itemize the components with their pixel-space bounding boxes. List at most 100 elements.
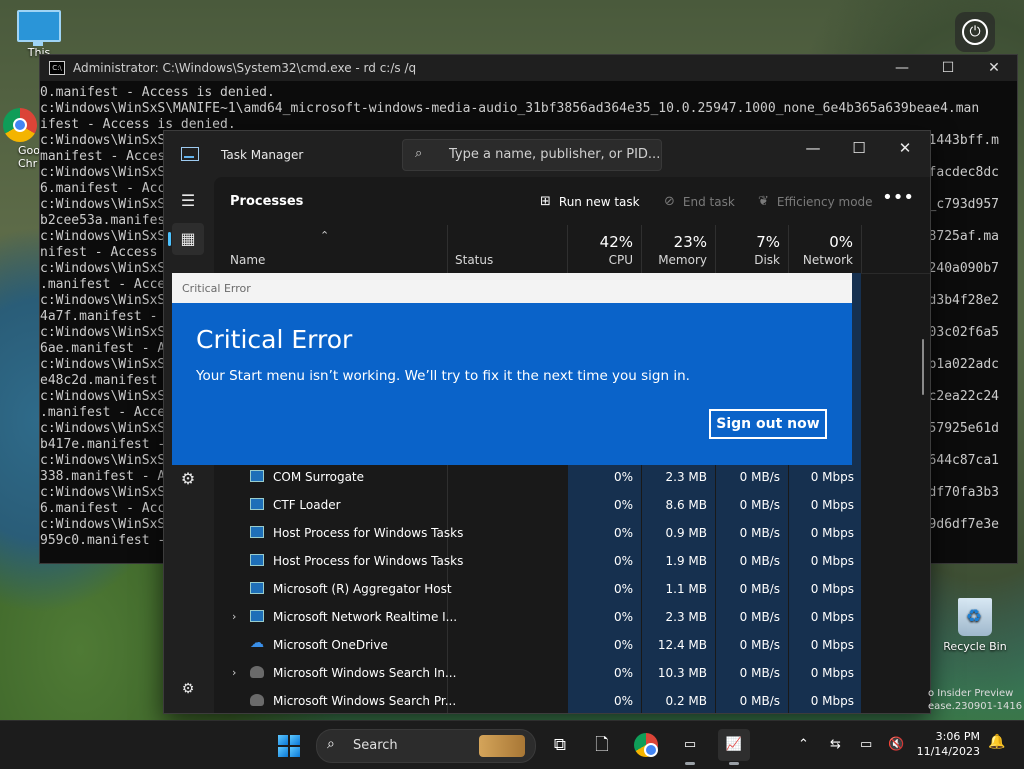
run-new-task-button[interactable]: ⊞ Run new task xyxy=(540,194,640,209)
column-network[interactable]: 0% Network xyxy=(789,225,861,273)
table-row[interactable]: › Microsoft Network Realtime I... 0% 2.3 MB… xyxy=(214,603,930,631)
processes-nav-icon[interactable]: ▦ xyxy=(168,223,204,255)
column-memory[interactable]: 23% Memory xyxy=(642,225,715,273)
display-icon[interactable]: ▭ xyxy=(860,737,872,752)
monitor-icon xyxy=(17,10,61,46)
chrome-icon xyxy=(3,108,37,142)
process-cpu: 0% xyxy=(613,470,633,484)
run-new-task-label: Run new task xyxy=(558,194,640,209)
volume-icon[interactable]: 🔇 xyxy=(888,737,904,752)
process-memory: 10.3 MB xyxy=(657,666,707,680)
desktop-icon-recycle-bin[interactable]: Recycle Bin xyxy=(940,598,1010,653)
process-window-icon xyxy=(250,582,264,594)
column-name[interactable]: Name xyxy=(214,225,447,273)
table-row[interactable]: › Microsoft Windows Search In... 0% 10.3 MB… xyxy=(214,659,930,687)
table-row[interactable]: Microsoft Windows Search Pr... 0% 0.2 MB 0 … xyxy=(214,687,930,715)
task-view-icon[interactable]: ⧉ xyxy=(544,729,576,761)
cmd-line: c:Windows\WinSxS xyxy=(40,325,166,340)
cmd-line: e48c2d.manifest xyxy=(40,373,158,388)
close-button[interactable]: ✕ xyxy=(971,60,1017,76)
insider-watermark: o Insider Preview ease.230901-1416 xyxy=(928,688,1023,712)
notepad-icon[interactable]: 🗋 xyxy=(586,729,618,761)
column-cpu[interactable]: 42% CPU xyxy=(568,225,641,273)
table-row[interactable]: ☁ Microsoft OneDrive 0% 12.4 MB 0 MB/s 0 Mbps xyxy=(214,631,930,659)
process-network: 0 Mbps xyxy=(810,694,854,708)
cmd-titlebar: C:\ Administrator: C:\Windows\System32\c… xyxy=(40,55,1017,81)
search-process-icon xyxy=(250,694,264,706)
process-window-icon xyxy=(250,554,264,566)
cmd-line-tail: 57925e61d xyxy=(928,421,999,436)
process-cpu: 0% xyxy=(613,498,633,512)
table-header: ⌃ Name Status 42% CPU 23% Memory 7% Disk xyxy=(214,225,930,274)
expand-chevron-icon[interactable]: › xyxy=(232,610,236,623)
task-manager-taskbar-icon[interactable]: 📈 xyxy=(718,729,750,765)
process-disk: 0 MB/s xyxy=(739,554,780,568)
taskbar-search[interactable]: ⌕ Search xyxy=(316,729,536,763)
tm-search-input[interactable]: ⌕ Type a name, publisher, or PID... xyxy=(402,139,662,171)
network-icon[interactable]: ⇆ xyxy=(830,737,841,752)
efficiency-mode-button[interactable]: ❦ Efficiency mode xyxy=(758,194,873,209)
minimize-button[interactable]: — xyxy=(879,60,925,76)
cmd-line: c:Windows\WinSxS xyxy=(40,133,166,148)
notification-bell-icon[interactable]: 🔔 xyxy=(988,734,1005,750)
end-task-button[interactable]: ⊘ End task xyxy=(664,194,735,209)
process-name: COM Surrogate xyxy=(273,470,365,484)
taskbar: ⌕ Search ⧉ 🗋 ▭ 📈 ⌃ ⇆ ▭ 🔇 3:06 PM 11/14/2… xyxy=(0,720,1024,769)
more-options-button[interactable]: ••• xyxy=(882,187,914,208)
scrollbar-thumb[interactable] xyxy=(922,339,924,395)
process-memory: 2.3 MB xyxy=(665,470,707,484)
process-name: Host Process for Windows Tasks xyxy=(273,554,464,568)
table-row[interactable]: Host Process for Windows Tasks 0% 0.9 MB 0 … xyxy=(214,519,930,547)
settings-nav-icon[interactable]: ⚙ xyxy=(172,673,204,705)
services-nav-icon[interactable]: ⚙ xyxy=(172,463,204,495)
cmd-line: .manifest - Acce xyxy=(40,277,166,292)
cmd-title: Administrator: C:\Windows\System32\cmd.e… xyxy=(73,61,417,75)
process-disk: 0 MB/s xyxy=(739,498,780,512)
desktop-icon-chrome[interactable]: Goo Chr xyxy=(0,108,40,170)
cmd-line: nifest - Access xyxy=(40,245,158,260)
search-icon: ⌕ xyxy=(415,146,423,161)
process-disk: 0 MB/s xyxy=(739,694,780,708)
cmd-line-tail: b1a022adc xyxy=(928,357,999,372)
minimize-button[interactable]: — xyxy=(790,139,836,157)
close-button[interactable]: ✕ xyxy=(882,139,928,157)
search-icon: ⌕ xyxy=(327,736,335,752)
terminal-icon[interactable]: ▭ xyxy=(674,729,706,765)
table-row[interactable]: CTF Loader 0% 8.6 MB 0 MB/s 0 Mbps xyxy=(214,491,930,519)
taskbar-clock[interactable]: 3:06 PM 11/14/2023 xyxy=(912,729,980,759)
chevron-up-icon[interactable]: ⌃ xyxy=(798,737,809,752)
chrome-taskbar-icon[interactable] xyxy=(630,729,662,761)
expand-chevron-icon[interactable]: › xyxy=(232,666,236,679)
sign-out-now-button[interactable]: Sign out now xyxy=(709,409,827,439)
desktop-icon-label: Recycle Bin xyxy=(943,640,1007,653)
cmd-line: c:Windows\WinSxS xyxy=(40,421,166,436)
column-disk[interactable]: 7% Disk xyxy=(716,225,788,273)
hamburger-menu-icon[interactable]: ☰ xyxy=(172,185,204,217)
maximize-button[interactable]: ☐ xyxy=(925,60,971,76)
process-disk: 0 MB/s xyxy=(739,470,780,484)
process-disk: 0 MB/s xyxy=(739,526,780,540)
tm-search-placeholder: Type a name, publisher, or PID... xyxy=(449,147,661,162)
cmd-line-tail: 03c02f6a5 xyxy=(928,325,999,340)
process-cpu: 0% xyxy=(613,694,633,708)
process-cpu: 0% xyxy=(613,554,633,568)
cmd-line: c:Windows\WinSxS xyxy=(40,229,166,244)
cmd-line: 959c0.manifest - xyxy=(40,533,166,548)
process-cpu: 0% xyxy=(613,666,633,680)
table-row[interactable]: Microsoft (R) Aggregator Host 0% 1.1 MB 0 M… xyxy=(214,575,930,603)
cmd-line-tail: 644c87ca1 xyxy=(928,453,999,468)
cmd-line: c:Windows\WinSxS xyxy=(40,485,166,500)
cmd-line: 6.manifest - Acc xyxy=(40,181,166,196)
cmd-line-tail: df70fa3b3 xyxy=(928,485,999,500)
user-account-icon[interactable]: ⏻ xyxy=(955,12,995,52)
end-task-label: End task xyxy=(682,194,735,209)
process-disk: 0 MB/s xyxy=(739,582,780,596)
process-name: Host Process for Windows Tasks xyxy=(273,526,464,540)
table-row[interactable]: COM Surrogate 0% 2.3 MB 0 MB/s 0 Mbps xyxy=(214,463,930,491)
desktop-icon-this-pc[interactable]: This xyxy=(4,10,74,59)
column-status[interactable]: Status xyxy=(448,225,567,273)
start-button[interactable] xyxy=(278,735,300,757)
table-row[interactable]: Host Process for Windows Tasks 0% 1.9 MB 0 … xyxy=(214,547,930,575)
maximize-button[interactable]: ☐ xyxy=(836,139,882,157)
process-network: 0 Mbps xyxy=(810,470,854,484)
